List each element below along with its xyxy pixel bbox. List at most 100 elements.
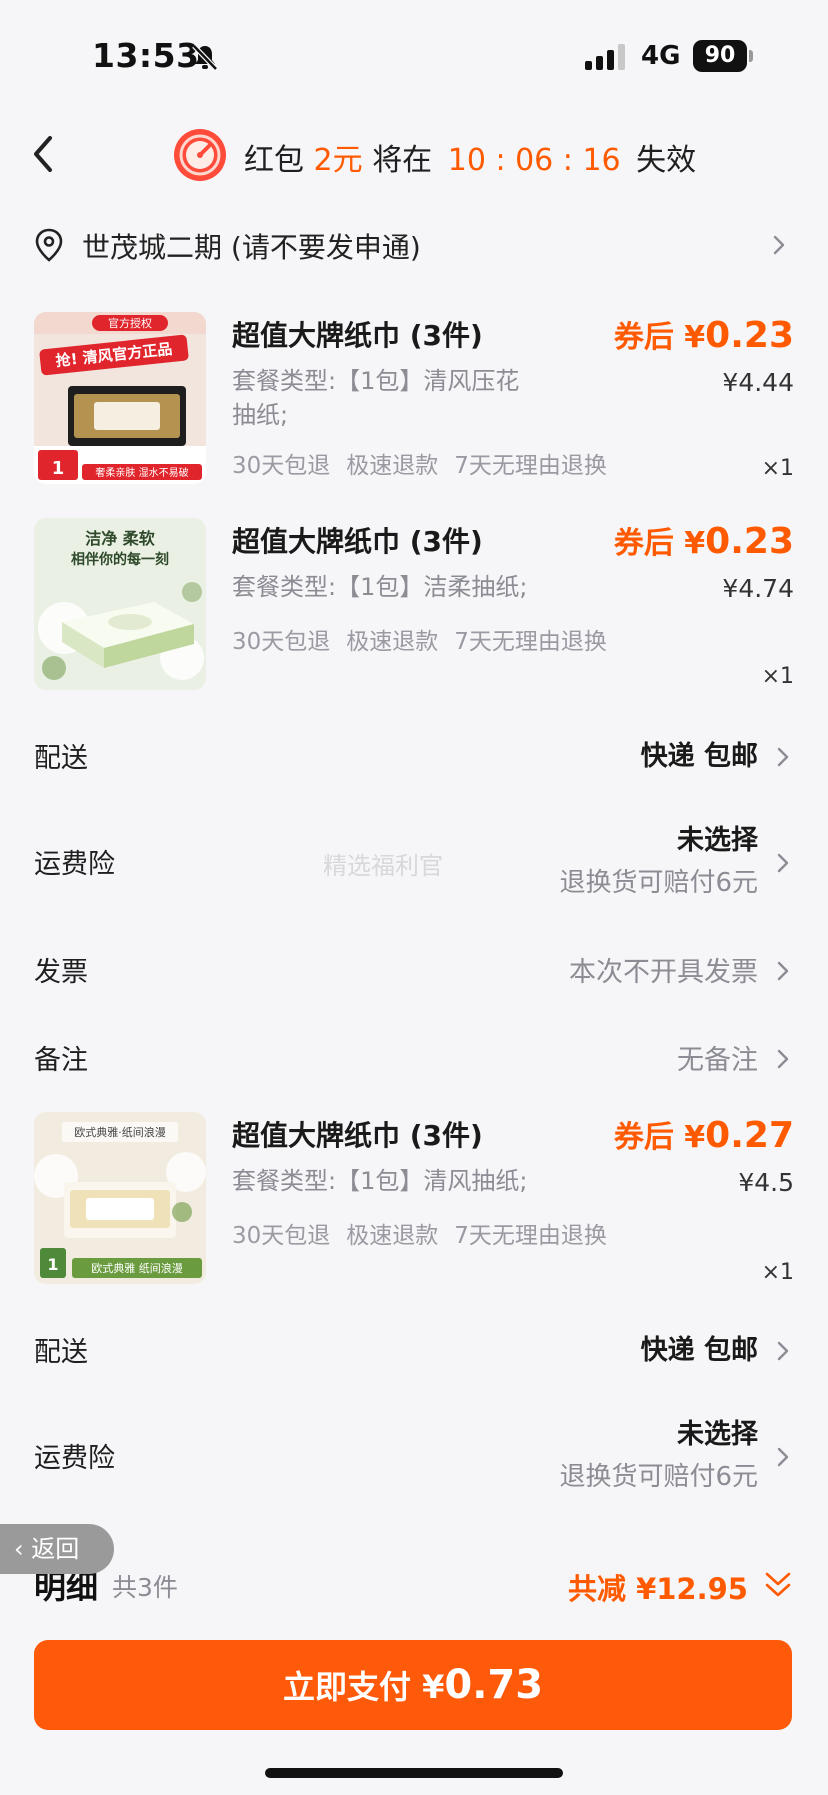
pay-amount: 0.73 xyxy=(444,1662,544,1708)
product-quantity: ×1 xyxy=(761,664,794,689)
remark-row[interactable]: 备注 无备注 xyxy=(34,1034,794,1078)
delivery-label: 配送 xyxy=(34,1337,88,1368)
product-price: 券后 ¥0.23 xyxy=(614,312,794,356)
thumb-text: 欧式典雅 纸间浪漫 xyxy=(91,1261,183,1275)
red-packet-amount: 2元 xyxy=(313,143,363,178)
product-item[interactable]: 官方授权 抢! 清风官方正品 1 奢柔亲肤 湿水不易破 超值大牌纸巾 (3件) … xyxy=(34,312,794,488)
product-image[interactable]: 洁净 柔软 相伴你的每一刻 xyxy=(34,518,206,690)
original-price: ¥4.44 xyxy=(722,368,794,397)
product-price: 券后 ¥0.23 xyxy=(614,518,794,562)
service-tags: 30天包退 极速退款 7天无理由退换 xyxy=(232,446,623,480)
product-title: 超值大牌纸巾 (3件) xyxy=(232,319,483,352)
pay-now-button[interactable]: 立即支付 ¥0.73 xyxy=(34,1640,792,1730)
price-value: 0.27 xyxy=(705,1115,794,1156)
product-quantity: ×1 xyxy=(761,1260,794,1285)
price-prefix: 券后 ¥ xyxy=(613,320,706,355)
red-packet-countdown: 红包 2元 将在 10 : 06 : 16 失效 xyxy=(244,135,696,179)
thumb-text: 1 xyxy=(47,1255,58,1274)
service-tag: 7天无理由退换 xyxy=(454,1223,607,1249)
remark-value: 无备注 xyxy=(677,1045,758,1076)
service-tag: 7天无理由退换 xyxy=(454,629,607,655)
total-discount[interactable]: 共减 ¥12.95 xyxy=(568,1566,748,1608)
product-price: 券后 ¥0.27 xyxy=(614,1112,794,1156)
battery-icon: 90 xyxy=(693,40,753,72)
service-tags: 30天包退 极速退款 7天无理由退换 xyxy=(232,622,623,656)
service-tag: 30天包退 xyxy=(232,629,331,655)
product-image[interactable]: 官方授权 抢! 清风官方正品 1 奢柔亲肤 湿水不易破 xyxy=(34,312,206,484)
chevron-left-icon: ‹ xyxy=(14,1535,24,1563)
bell-muted-icon xyxy=(192,44,218,71)
status-bar: 13:53 4G 90 xyxy=(0,0,828,110)
shipping-insurance-value: 未选择 xyxy=(677,825,758,856)
shipping-insurance-sub: 退换货可赔付6元 xyxy=(559,1462,758,1492)
price-value: 0.23 xyxy=(705,315,794,356)
chevron-right-icon xyxy=(773,235,785,255)
summary-count: 共3件 xyxy=(112,1573,178,1602)
delivery-label: 配送 xyxy=(34,743,88,774)
chevron-right-icon xyxy=(777,961,789,981)
delivery-row[interactable]: 配送 快递 包邮 xyxy=(34,1326,794,1370)
status-time: 13:53 xyxy=(92,36,200,75)
product-title: 超值大牌纸巾 (3件) xyxy=(232,525,483,558)
double-chevron-down-icon[interactable] xyxy=(764,1570,792,1600)
thumb-text: 奢柔亲肤 湿水不易破 xyxy=(95,466,188,479)
thumb-text: 洁净 柔软 xyxy=(85,529,155,548)
network-type: 4G xyxy=(641,41,681,71)
shipping-insurance-label: 运费险 xyxy=(34,1443,115,1474)
product-title: 超值大牌纸巾 (3件) xyxy=(232,1119,483,1152)
pay-currency: ¥ xyxy=(422,1668,445,1706)
header-prefix: 红包 xyxy=(244,143,304,178)
back-chevron-icon[interactable] xyxy=(28,132,64,176)
pay-label: 立即支付 xyxy=(282,1668,411,1706)
product-item[interactable]: 洁净 柔软 相伴你的每一刻 超值大牌纸巾 (3件) 券后 ¥0.23 套餐类型:… xyxy=(34,518,794,694)
product-quantity: ×1 xyxy=(761,456,794,481)
product-spec: 套餐类型:【1包】洁柔抽纸; xyxy=(232,573,528,601)
watermark: 精选福利官 xyxy=(323,852,443,880)
address-text: 世茂城二期 (请不要发申通) xyxy=(82,231,421,264)
service-tag: 极速退款 xyxy=(346,1223,439,1249)
original-price: ¥4.74 xyxy=(722,574,794,603)
header-suffix: 失效 xyxy=(636,143,697,178)
location-pin-icon xyxy=(35,228,63,262)
shipping-insurance-label: 运费险 xyxy=(34,849,115,880)
shipping-insurance-row[interactable]: 运费险 未选择 退换货可赔付6元 xyxy=(34,1412,794,1502)
service-tag: 7天无理由退换 xyxy=(454,453,607,479)
product-image[interactable]: 欧式典雅·纸间浪漫 1 欧式典雅 纸间浪漫 xyxy=(34,1112,206,1284)
chevron-right-icon xyxy=(777,1341,789,1361)
header-middle: 将在 xyxy=(372,143,433,178)
price-prefix: 券后 ¥ xyxy=(613,526,706,561)
chevron-right-icon xyxy=(777,1049,789,1069)
service-tag: 极速退款 xyxy=(346,453,439,479)
battery-level: 90 xyxy=(693,40,747,72)
thumb-text: 1 xyxy=(52,458,65,479)
delivery-value: 快递 包邮 xyxy=(640,741,758,772)
remark-label: 备注 xyxy=(34,1045,88,1076)
product-spec: 套餐类型:【1包】清风压花抽纸; xyxy=(232,367,520,429)
product-item[interactable]: 欧式典雅·纸间浪漫 1 欧式典雅 纸间浪漫 超值大牌纸巾 (3件) 券后 ¥0.… xyxy=(34,1112,794,1288)
thumb-text: 官方授权 xyxy=(108,316,152,330)
signal-icon xyxy=(585,44,625,70)
floating-back-button[interactable]: ‹ 返回 xyxy=(0,1524,114,1574)
service-tag: 极速退款 xyxy=(346,629,439,655)
invoice-label: 发票 xyxy=(34,957,88,988)
countdown-timer: 10 : 06 : 16 xyxy=(447,143,621,178)
invoice-row[interactable]: 发票 本次不开具发票 xyxy=(34,946,794,990)
product-spec: 套餐类型:【1包】清风抽纸; xyxy=(232,1167,528,1195)
service-tag: 30天包退 xyxy=(232,453,331,479)
address-row[interactable]: 世茂城二期 (请不要发申通) xyxy=(34,222,794,266)
original-price: ¥4.5 xyxy=(738,1168,794,1197)
delivery-value: 快递 包邮 xyxy=(640,1335,758,1366)
invoice-value: 本次不开具发票 xyxy=(569,957,758,988)
chevron-right-icon xyxy=(777,853,789,873)
red-packet-timer-icon xyxy=(174,129,226,181)
delivery-row[interactable]: 配送 快递 包邮 xyxy=(34,732,794,776)
chevron-right-icon xyxy=(777,1447,789,1467)
shipping-insurance-sub: 退换货可赔付6元 xyxy=(559,868,758,898)
floating-back-label: 返回 xyxy=(31,1535,80,1563)
price-value: 0.23 xyxy=(705,521,794,562)
thumb-text: 欧式典雅·纸间浪漫 xyxy=(74,1125,166,1139)
chevron-right-icon xyxy=(777,747,789,767)
home-indicator xyxy=(265,1768,563,1778)
shipping-insurance-value: 未选择 xyxy=(677,1419,758,1450)
service-tag: 30天包退 xyxy=(232,1223,331,1249)
